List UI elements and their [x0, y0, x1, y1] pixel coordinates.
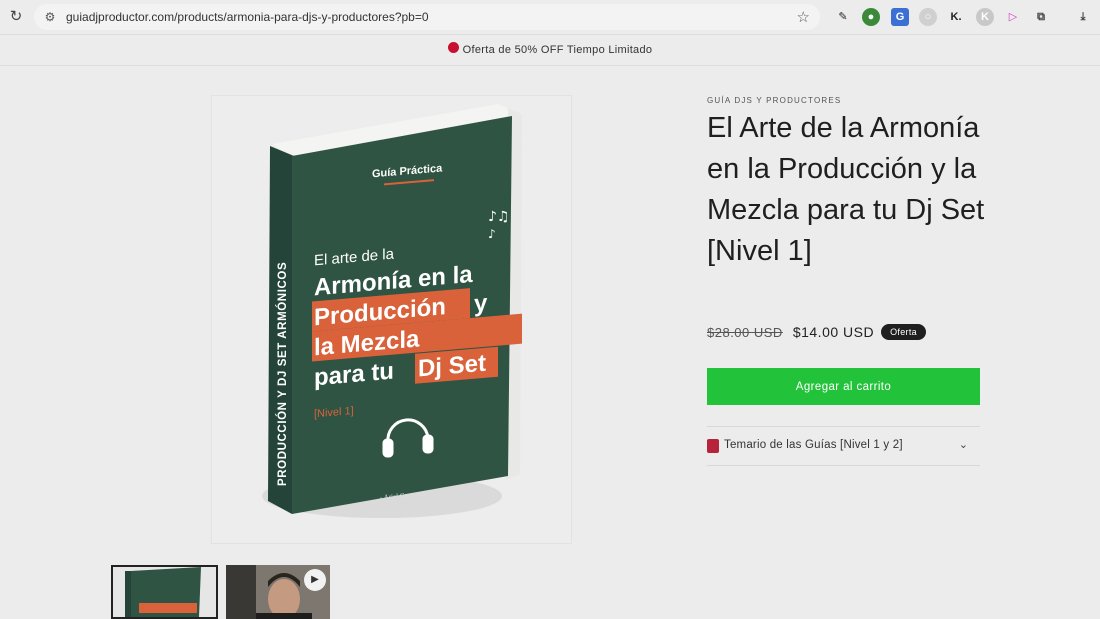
red-book-icon — [707, 439, 719, 453]
cover-line-3b: y — [474, 290, 488, 318]
music-notes-icon: ♪♫ — [488, 209, 510, 225]
gray-extension-icon[interactable]: K — [976, 8, 994, 26]
download-icon[interactable]: ⤓ — [1074, 8, 1092, 26]
address-bar[interactable]: ⚙ guiadjproductor.com/products/armonia-p… — [34, 4, 820, 30]
url-text[interactable]: guiadjproductor.com/products/armonia-par… — [66, 10, 429, 24]
announcement-bar: Oferta de 50% OFF Tiempo Limitado — [0, 36, 1100, 66]
divider — [707, 465, 980, 466]
product-title: El Arte de la Armonía en la Producción y… — [707, 112, 985, 267]
chevron-down-icon: ⌄ — [958, 439, 968, 451]
spine-title: PRODUCCIÓN Y DJ SET ARMÓNICOS — [276, 262, 289, 486]
music-note-icon: ♪ — [488, 227, 496, 241]
announcement-text: Oferta de 50% OFF Tiempo Limitado — [462, 44, 653, 56]
play-icon[interactable]: ▶ — [304, 569, 326, 591]
reload-icon[interactable]: ↻ — [7, 8, 25, 26]
k-extension-icon[interactable]: K. — [947, 8, 965, 26]
browser-toolbar: ↻ ⚙ guiadjproductor.com/products/armonia… — [0, 0, 1100, 35]
globe-extension-icon[interactable]: ● — [862, 8, 880, 26]
accordion-label: Temario de las Guías [Nivel 1 y 2] — [724, 439, 903, 451]
product-main-image[interactable]: PRODUCCIÓN Y DJ SET ARMÓNICOS Guía Práct… — [211, 95, 572, 544]
product-vendor: GUÍA DJS Y PRODUCTORES — [707, 96, 842, 105]
curriculum-accordion[interactable]: Temario de las Guías [Nivel 1 y 2] ⌄ — [707, 427, 980, 465]
circle-extension-icon[interactable]: ○ — [919, 8, 937, 26]
puzzle-extensions-icon[interactable]: ⧉ — [1032, 8, 1050, 26]
thumbnail-book[interactable] — [111, 565, 218, 619]
book-cover-image: PRODUCCIÓN Y DJ SET ARMÓNICOS Guía Práct… — [262, 104, 522, 518]
thumbnail-video[interactable]: ▶ — [226, 565, 330, 619]
site-settings-icon[interactable]: ⚙ — [42, 9, 58, 25]
book-thumb-image — [125, 567, 201, 617]
arrow-extension-icon[interactable]: ▷ — [1004, 8, 1022, 26]
sale-price: $14.00 USD — [792, 324, 875, 340]
price-row: $28.00 USD $14.00 USD Oferta — [707, 324, 926, 344]
regular-price: $28.00 USD — [707, 325, 783, 340]
add-to-cart-button[interactable]: Agregar al carrito — [707, 368, 980, 405]
eyedropper-extension-icon[interactable]: ✎ — [834, 8, 852, 26]
sale-badge: Oferta — [881, 324, 926, 340]
bookmark-star-icon[interactable]: ☆ — [797, 8, 810, 26]
cover-line-5b: Dj Set — [418, 350, 486, 383]
translate-extension-icon[interactable]: G — [891, 8, 909, 26]
red-circle-icon — [447, 42, 459, 54]
